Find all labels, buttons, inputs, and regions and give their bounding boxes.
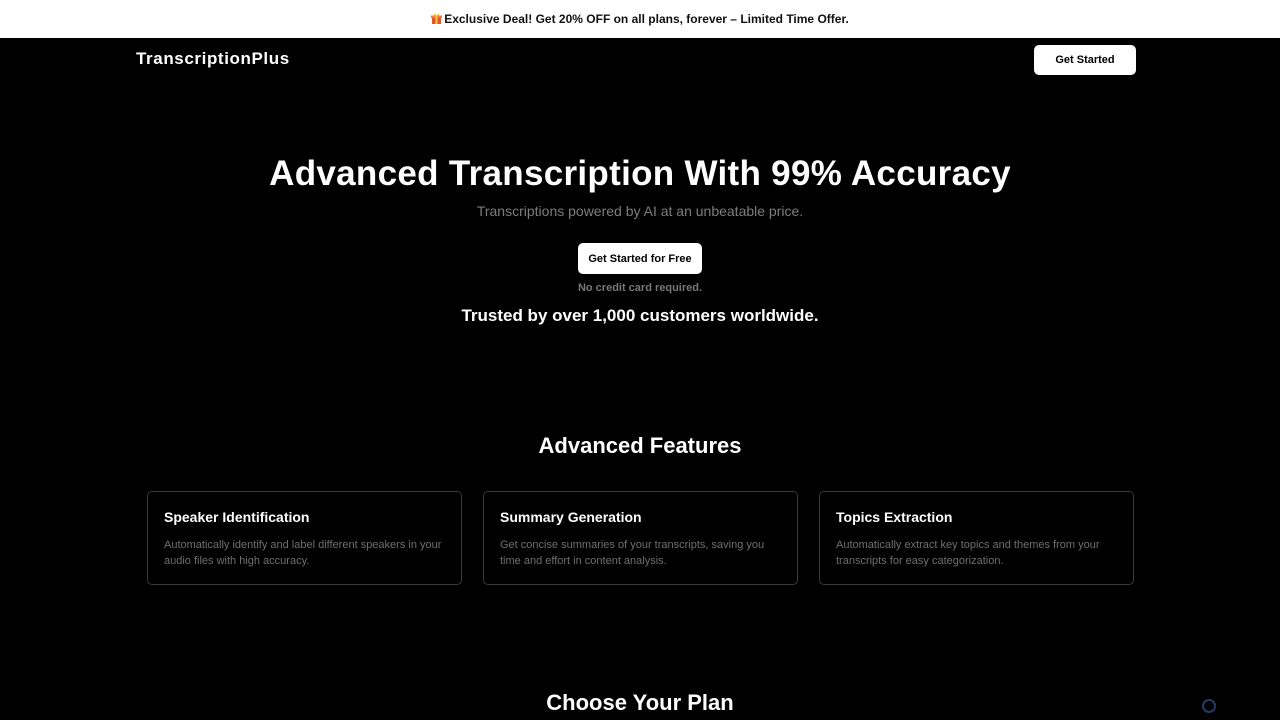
feature-title: Summary Generation [500, 509, 642, 525]
feature-card-summary-generation: Summary Generation Get concise summaries… [483, 491, 798, 585]
plans-title: Choose Your Plan [546, 690, 734, 715]
get-started-free-button[interactable]: Get Started for Free [578, 243, 702, 274]
watermark [1202, 699, 1216, 713]
hero-subtitle: Transcriptions powered by AI at an unbea… [476, 203, 804, 219]
trusted-text: Trusted by over 1,000 customers worldwid… [461, 306, 819, 325]
feature-card-topics-extraction: Topics Extraction Automatically extract … [819, 491, 1134, 585]
feature-title: Speaker Identification [164, 509, 310, 525]
navbar: TranscriptionPlus Get Started [0, 38, 1280, 82]
gift-icon [431, 13, 443, 24]
features-title: Advanced Features [538, 433, 742, 458]
feature-card-speaker-identification: Speaker Identification Automatically ide… [147, 491, 462, 585]
feature-description: Get concise summaries of your transcript… [500, 539, 765, 567]
watermark-icon [1202, 699, 1216, 713]
no-credit-card-note: No credit card required. [577, 282, 703, 294]
feature-title: Topics Extraction [836, 509, 953, 525]
promo-banner: Exclusive Deal! Get 20% OFF on all plans… [0, 0, 1280, 38]
hero-title: Advanced Transcription With 99% Accuracy [269, 154, 1011, 193]
feature-description: Automatically identify and label differe… [164, 539, 442, 567]
brand-logo[interactable]: TranscriptionPlus [136, 49, 290, 69]
promo-text: Exclusive Deal! Get 20% OFF on all plans… [444, 12, 849, 26]
get-started-button[interactable]: Get Started [1034, 45, 1136, 75]
feature-description: Automatically extract key topics and the… [836, 539, 1100, 567]
